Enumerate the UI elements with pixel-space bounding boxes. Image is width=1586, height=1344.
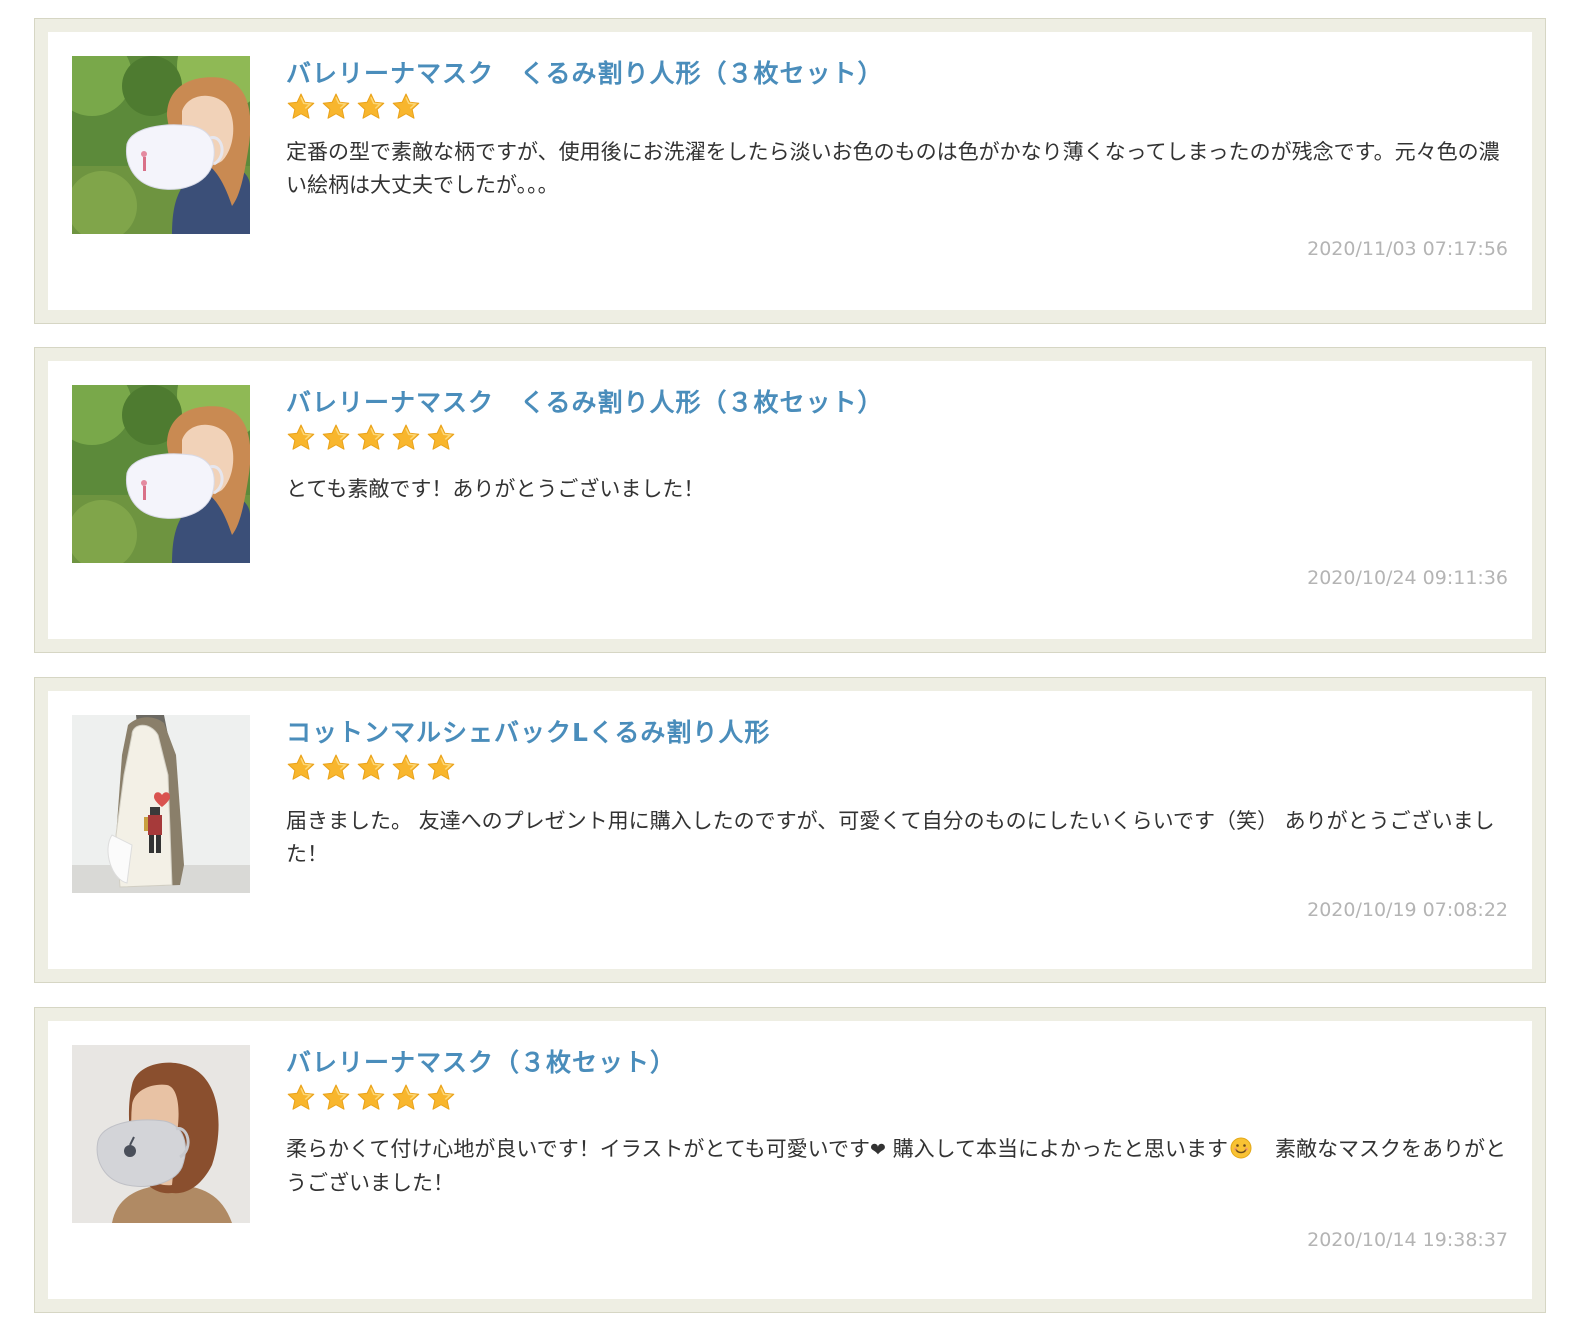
review-text: 定番の型で素敵な柄ですが、使用後にお洗濯をしたら淡いお色のものは色がかなり薄くな… bbox=[286, 140, 1500, 197]
review-card: バレリーナマスク くるみ割り人形（３枚セット） とても素敵です！ありがとうござい… bbox=[34, 347, 1546, 653]
product-title-link[interactable]: バレリーナマスク くるみ割り人形（３枚セット） bbox=[286, 383, 884, 419]
product-thumbnail[interactable] bbox=[72, 56, 250, 234]
star-icon bbox=[391, 1083, 421, 1113]
product-thumbnail[interactable] bbox=[72, 385, 250, 563]
review-timestamp: 2020/11/03 07:17:56 bbox=[1307, 238, 1508, 260]
star-icon bbox=[321, 1083, 351, 1113]
review-card-inner: バレリーナマスク くるみ割り人形（３枚セット） 定番の型で素敵な柄ですが、使用後… bbox=[48, 32, 1532, 310]
star-icon bbox=[356, 92, 386, 122]
review-card-inner: バレリーナマスク くるみ割り人形（３枚セット） とても素敵です！ありがとうござい… bbox=[48, 361, 1532, 639]
star-icon bbox=[426, 753, 456, 783]
product-title-link[interactable]: コットンマルシェバックLくるみ割り人形 bbox=[286, 713, 770, 749]
product-title-link[interactable]: バレリーナマスク くるみ割り人形（３枚セット） bbox=[286, 54, 884, 90]
smile-emoji-icon bbox=[1230, 1136, 1252, 1159]
review-timestamp: 2020/10/14 19:38:37 bbox=[1307, 1229, 1508, 1251]
review-text-part: 購入して本当によかったと思います bbox=[885, 1137, 1228, 1161]
review-card: バレリーナマスク（３枚セット） 柔らかくて付け心地が良いです！イラストがとても可… bbox=[34, 1007, 1546, 1313]
star-icon bbox=[286, 753, 316, 783]
star-icon bbox=[286, 423, 316, 453]
review-timestamp: 2020/10/24 09:11:36 bbox=[1307, 567, 1508, 589]
star-rating bbox=[286, 423, 456, 453]
star-icon bbox=[426, 423, 456, 453]
star-icon bbox=[391, 92, 421, 122]
star-icon bbox=[356, 753, 386, 783]
star-icon bbox=[391, 753, 421, 783]
review-card-inner: バレリーナマスク（３枚セット） 柔らかくて付け心地が良いです！イラストがとても可… bbox=[48, 1021, 1532, 1299]
star-icon bbox=[391, 423, 421, 453]
product-thumbnail[interactable] bbox=[72, 715, 250, 893]
star-icon bbox=[356, 1083, 386, 1113]
star-rating bbox=[286, 92, 421, 122]
review-text-part: 柔らかくて付け心地が良いです！イラストがとても可愛いです bbox=[286, 1137, 871, 1161]
review-list: バレリーナマスク くるみ割り人形（３枚セット） 定番の型で素敵な柄ですが、使用後… bbox=[0, 0, 1586, 1344]
review-timestamp: 2020/10/19 07:08:22 bbox=[1307, 899, 1508, 921]
star-icon bbox=[286, 1083, 316, 1113]
star-icon bbox=[321, 92, 351, 122]
heart-icon: ❤ bbox=[870, 1139, 886, 1161]
star-icon bbox=[286, 92, 316, 122]
review-text: とても素敵です！ありがとうございました！ bbox=[286, 477, 705, 501]
review-card: コットンマルシェバックLくるみ割り人形 届きました。 友達へのプレゼント用に購入… bbox=[34, 677, 1546, 983]
star-rating bbox=[286, 1083, 456, 1113]
review-card-inner: コットンマルシェバックLくるみ割り人形 届きました。 友達へのプレゼント用に購入… bbox=[48, 691, 1532, 969]
product-title-link[interactable]: バレリーナマスク（３枚セット） bbox=[286, 1043, 676, 1079]
star-rating bbox=[286, 753, 456, 783]
star-icon bbox=[321, 753, 351, 783]
review-text: 柔らかくて付け心地が良いです！イラストがとても可愛いです❤ 購入して本当によかっ… bbox=[286, 1133, 1512, 1200]
star-icon bbox=[321, 423, 351, 453]
review-card: バレリーナマスク くるみ割り人形（３枚セット） 定番の型で素敵な柄ですが、使用後… bbox=[34, 18, 1546, 324]
star-icon bbox=[426, 1083, 456, 1113]
review-text: 届きました。 友達へのプレゼント用に購入したのですが、可愛くて自分のものにしたい… bbox=[286, 809, 1495, 866]
star-icon bbox=[356, 423, 386, 453]
product-thumbnail[interactable] bbox=[72, 1045, 250, 1223]
